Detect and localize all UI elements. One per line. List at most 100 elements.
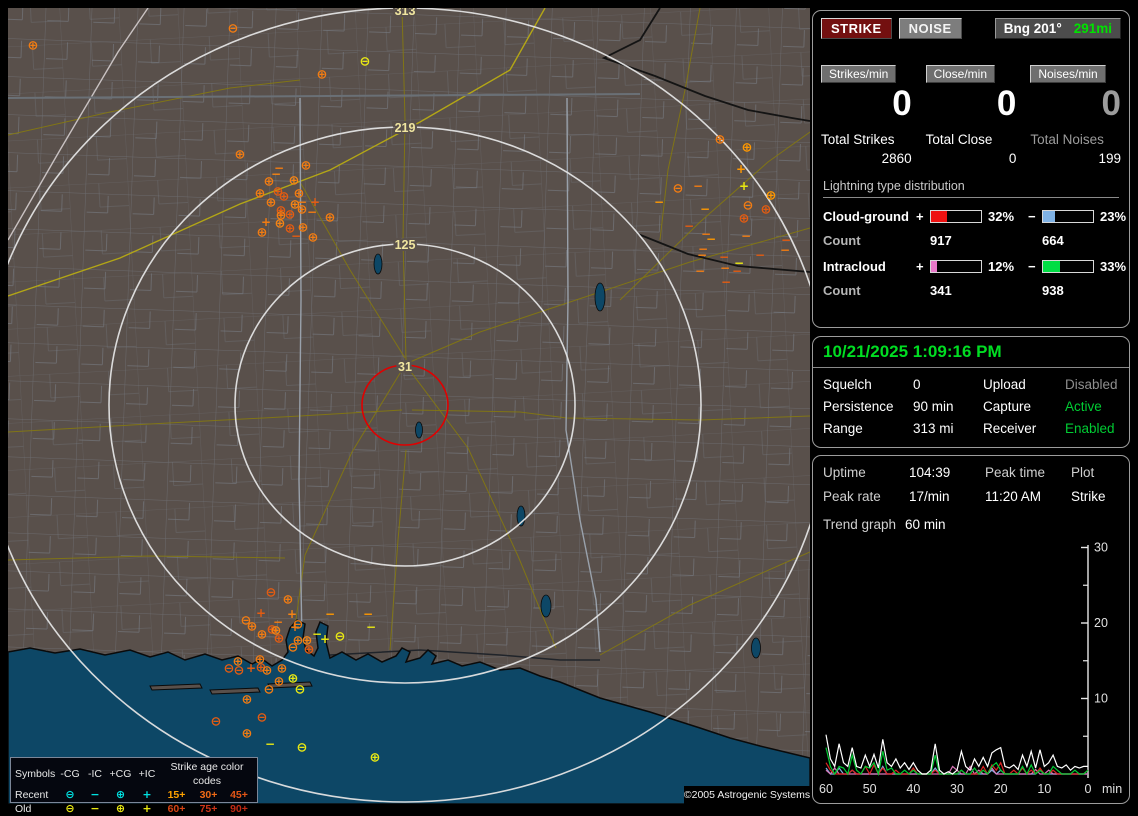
strike-symbol-m: − (695, 264, 705, 278)
strike-symbol-cp: ⊕ (317, 68, 328, 83)
cloud-ground-negative-bar (1042, 209, 1094, 223)
strike-symbol-m: − (654, 195, 664, 209)
strike-symbol-p: + (290, 620, 300, 634)
strikes-counter-column: Strikes/min 0 Total Strikes 2860 (821, 65, 912, 166)
legend-symbol-glyph: ⊕ (115, 788, 126, 801)
total-noises-label: Total Noises (1030, 131, 1104, 147)
strike-symbol-cp: ⊕ (242, 693, 253, 708)
trend-x-tick-label: 40 (906, 782, 920, 796)
strike-age-code: 90+ (230, 803, 248, 815)
range-ring-label: 125 (395, 238, 416, 252)
upload-status: Disabled (1065, 377, 1118, 392)
strike-symbol-m: − (684, 219, 694, 233)
strike-symbol-cp: ⊕ (283, 593, 294, 608)
plot-label: Plot (1071, 465, 1095, 480)
strike-symbol-m: − (780, 243, 790, 257)
status-grid: Squelch 0 Upload Disabled Persistence 90… (813, 368, 1129, 436)
strike-symbol-cp: ⊕ (308, 231, 319, 246)
strike-symbol-cm: ⊖ (211, 715, 222, 730)
strike-symbol-cm: ⊖ (673, 182, 684, 197)
strike-symbol-cp: ⊕ (761, 203, 772, 218)
intracloud-positive-count: 341 (930, 282, 952, 298)
upload-label: Upload (983, 377, 1026, 392)
strike-symbol-cp: ⊕ (257, 628, 268, 643)
strike-symbol-cm: ⊖ (228, 22, 239, 37)
trend-x-unit-label: min (1102, 782, 1122, 796)
peak-time-label: Peak time (985, 465, 1046, 480)
strike-symbol-m: − (720, 261, 730, 275)
legend-age-title: Strike age color codes (170, 761, 244, 787)
strike-symbol-m: − (363, 607, 373, 621)
strike-symbol-cm: ⊖ (335, 630, 346, 645)
strike-symbol-cm: ⊖ (288, 641, 299, 656)
strike-symbol-cp: ⊕ (274, 632, 285, 647)
legend-col-+ic: +IC (138, 768, 156, 780)
range-ring-label: 313 (395, 8, 416, 18)
legend-row-label: Recent (15, 789, 49, 801)
strike-symbol-cp: ⊕ (257, 226, 268, 241)
strike-symbol-m: − (291, 229, 301, 243)
intracloud-positive-bar (930, 259, 982, 273)
trend-y-tick-label: 10 (1094, 692, 1108, 706)
strike-symbol-cp: ⊕ (325, 211, 336, 226)
strike-symbol-p: + (739, 179, 749, 193)
range-value: 313 mi (913, 421, 954, 436)
noises-per-min-button[interactable]: Noises/min (1030, 65, 1106, 83)
trend-y-tick-label: 30 (1094, 542, 1108, 555)
strike-symbol-p: + (246, 661, 256, 675)
strike-symbol-cp: ⊕ (274, 675, 285, 690)
noise-button[interactable]: NOISE (898, 18, 962, 39)
strikes-per-min-value: 0 (892, 84, 912, 123)
minus-sign: − (1028, 208, 1036, 224)
persistence-value: 90 min (913, 399, 954, 414)
legend-row-label: Old (15, 803, 32, 815)
strike-symbol-m: − (732, 264, 742, 278)
cloud-ground-row: Cloud-ground + 32% − 23% (823, 208, 1126, 224)
range-ring-label: 219 (395, 121, 416, 135)
legend-row-recent: Recent ⊖ − ⊕ +15+ 30+ 45+ (15, 788, 254, 802)
count-label: Count (823, 282, 861, 298)
strike-symbol-cp: ⊕ (255, 187, 266, 202)
rate-counters: Strikes/min 0 Total Strikes 2860 Close/m… (813, 39, 1129, 166)
strike-symbol-cp: ⊕ (301, 159, 312, 174)
receiver-label: Receiver (983, 421, 1037, 436)
strike-symbol-cp: ⊕ (242, 727, 253, 742)
bearing-value: Bng 201° (1003, 21, 1062, 36)
peak-time-value: 11:20 AM (985, 489, 1042, 504)
strike-age-code: 75+ (199, 803, 218, 815)
strike-symbol-cm: ⊖ (360, 55, 371, 70)
stats-grid: Uptime 104:39 Peak time Plot Peak rate 1… (813, 456, 1129, 504)
trend-x-tick-label: 0 (1085, 782, 1092, 796)
strike-symbol-m: − (721, 275, 731, 289)
strike-button[interactable]: STRIKE (821, 18, 892, 39)
distribution-title: Lightning type distribution (823, 179, 1119, 198)
trend-graph-window: 60 min (905, 517, 946, 532)
intracloud-label: Intracloud (823, 258, 886, 274)
strike-symbol-cp: ⊕ (235, 148, 246, 163)
legend-col-+cg: +CG (109, 768, 132, 780)
trend-x-tick-label: 10 (1037, 782, 1051, 796)
strike-symbol-cp: ⊕ (304, 643, 315, 658)
trend-x-tick-label: 20 (994, 782, 1008, 796)
close-per-min-button[interactable]: Close/min (925, 65, 996, 83)
strike-symbol-cp: ⊕ (715, 133, 726, 148)
legend-symbols-title: Symbols (15, 768, 56, 780)
cloud-ground-negative-pct: 23% (1100, 208, 1127, 224)
strike-symbol-cm: ⊖ (264, 683, 275, 698)
counters-panel: STRIKE NOISE Bng 201° 291mi Strikes/min … (812, 10, 1130, 328)
strike-symbol-p: + (256, 606, 266, 620)
uptime-label: Uptime (823, 465, 866, 480)
intracloud-negative-count: 938 (1042, 282, 1064, 298)
map[interactable]: 31321912531⊕⊖⊕⊖⊕⊕−−⊕ ⊕⊕⊕ ⊕ ⊕− +⊕ ⊕⊕⊕ −⊕⊕ ⊕+ ⊕ ⊕ ⊕⊕… (8, 8, 810, 804)
range-label: Range (823, 421, 863, 436)
strike-symbol-cp: ⊕ (739, 212, 750, 227)
strikes-per-min-button[interactable]: Strikes/min (821, 65, 897, 83)
total-strikes-label: Total Strikes (821, 131, 895, 147)
trend-graph: 10 20 30 60 50 40 30 20 10 0 min (819, 542, 1122, 796)
strike-symbol-cm: ⊖ (266, 586, 277, 601)
squelch-label: Squelch (823, 377, 872, 392)
strike-symbol-cp: ⊕ (297, 203, 308, 218)
trend-series-total (825, 734, 1088, 775)
trend-graph-row: Trend graph 60 min (813, 504, 1129, 532)
strike-age-code: 60+ (167, 803, 186, 815)
